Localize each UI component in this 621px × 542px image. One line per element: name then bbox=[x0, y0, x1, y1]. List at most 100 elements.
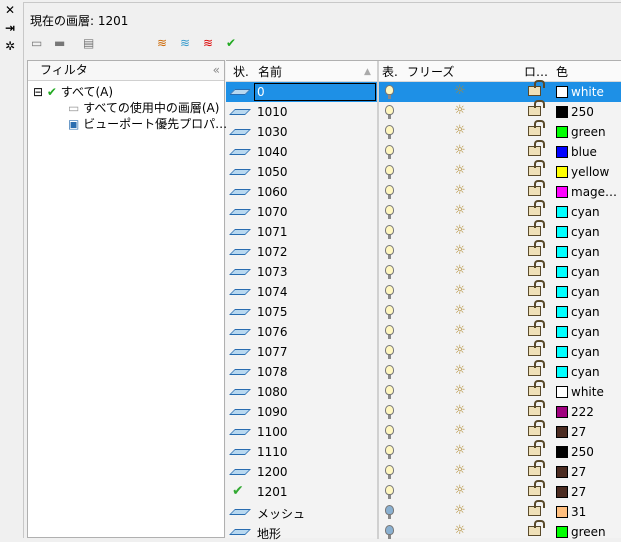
layer-status-icon[interactable] bbox=[229, 449, 251, 455]
sun-thawed-icon[interactable]: ☼ bbox=[454, 203, 466, 218]
unlock-icon[interactable] bbox=[528, 460, 545, 476]
color-swatch[interactable] bbox=[556, 246, 568, 258]
unlock-icon[interactable] bbox=[528, 160, 545, 176]
color-name[interactable]: cyan bbox=[571, 345, 600, 359]
layer-row[interactable]: メッシュ ☼ 31 bbox=[226, 500, 621, 522]
color-name[interactable]: cyan bbox=[571, 265, 600, 279]
color-swatch[interactable] bbox=[556, 106, 568, 118]
bulb-on-icon[interactable] bbox=[385, 485, 394, 499]
color-name[interactable]: mage… bbox=[571, 185, 617, 199]
layer-row[interactable]: 1040 ☼ blue bbox=[226, 140, 621, 162]
layer-status-icon[interactable] bbox=[229, 469, 251, 475]
column-divider[interactable] bbox=[377, 61, 379, 539]
color-name[interactable]: cyan bbox=[571, 225, 600, 239]
layer-status-icon[interactable] bbox=[229, 129, 251, 135]
sun-thawed-icon[interactable]: ☼ bbox=[454, 123, 466, 138]
layer-row[interactable]: 0 ☼ white bbox=[226, 80, 621, 102]
layer-row[interactable]: 1075 ☼ cyan bbox=[226, 300, 621, 322]
sun-thawed-icon[interactable]: ☼ bbox=[454, 523, 466, 538]
layer-row[interactable]: ✔ 1201 ☼ 27 bbox=[226, 480, 621, 502]
unlock-icon[interactable] bbox=[528, 340, 545, 356]
bulb-on-icon[interactable] bbox=[385, 365, 394, 379]
layer-name[interactable]: 1071 bbox=[257, 225, 288, 239]
sun-thawed-icon[interactable]: ☼ bbox=[454, 503, 466, 518]
sun-thawed-icon[interactable]: ☼ bbox=[454, 103, 466, 118]
unlock-icon[interactable] bbox=[528, 80, 545, 96]
unlock-icon[interactable] bbox=[528, 320, 545, 336]
bulb-on-icon[interactable] bbox=[385, 265, 394, 279]
color-swatch[interactable] bbox=[556, 326, 568, 338]
layer-status-icon[interactable] bbox=[229, 509, 251, 515]
color-swatch[interactable] bbox=[556, 466, 568, 478]
color-swatch[interactable] bbox=[556, 86, 568, 98]
unlock-icon[interactable] bbox=[528, 380, 545, 396]
sun-thawed-icon[interactable]: ☼ bbox=[454, 283, 466, 298]
collapse-icon[interactable]: ⊟ bbox=[33, 85, 43, 99]
unlock-icon[interactable] bbox=[528, 260, 545, 276]
layer-name[interactable]: 1080 bbox=[257, 385, 288, 399]
bulb-off-icon[interactable] bbox=[385, 525, 394, 539]
unlock-icon[interactable] bbox=[528, 440, 545, 456]
tree-node-all[interactable]: ⊟ ✔ すべて(A) bbox=[33, 84, 113, 100]
layer-states-icon[interactable]: ▤ bbox=[83, 36, 94, 50]
sun-thawed-icon[interactable]: ☼ bbox=[454, 443, 466, 458]
layer-row[interactable]: 1030 ☼ green bbox=[226, 120, 621, 142]
layer-row[interactable]: 地形 ☼ green bbox=[226, 520, 621, 542]
unlock-icon[interactable] bbox=[528, 220, 545, 236]
layer-row[interactable]: 1071 ☼ cyan bbox=[226, 220, 621, 242]
layer-status-icon[interactable] bbox=[229, 409, 251, 415]
layer-row[interactable]: 1100 ☼ 27 bbox=[226, 420, 621, 442]
unlock-icon[interactable] bbox=[528, 280, 545, 296]
layer-status-icon[interactable] bbox=[229, 429, 251, 435]
bulb-on-icon[interactable] bbox=[385, 125, 394, 139]
bulb-on-icon[interactable] bbox=[385, 445, 394, 459]
color-swatch[interactable] bbox=[556, 486, 568, 498]
layer-row[interactable]: 1078 ☼ cyan bbox=[226, 360, 621, 382]
layer-status-icon[interactable] bbox=[229, 209, 251, 215]
tree-node-used[interactable]: ▭ すべての使用中の画層(A) bbox=[68, 100, 219, 116]
bulb-on-icon[interactable] bbox=[385, 345, 394, 359]
layer-status-icon[interactable] bbox=[229, 529, 251, 535]
new-layer-frozen-icon[interactable]: ≋ bbox=[180, 36, 190, 50]
layer-name[interactable]: 地形 bbox=[257, 525, 281, 542]
layer-row[interactable]: 1072 ☼ cyan bbox=[226, 240, 621, 262]
layer-row[interactable]: 1073 ☼ cyan bbox=[226, 260, 621, 282]
sun-thawed-icon[interactable]: ☼ bbox=[454, 383, 466, 398]
layer-row[interactable]: 1074 ☼ cyan bbox=[226, 280, 621, 302]
sun-thawed-icon[interactable]: ☼ bbox=[454, 303, 466, 318]
color-swatch[interactable] bbox=[556, 366, 568, 378]
bulb-on-icon[interactable] bbox=[385, 305, 394, 319]
color-swatch[interactable] bbox=[556, 266, 568, 278]
layer-row[interactable]: 1090 ☼ 222 bbox=[226, 400, 621, 422]
color-swatch[interactable] bbox=[556, 166, 568, 178]
bulb-on-icon[interactable] bbox=[385, 205, 394, 219]
layer-name[interactable]: 1100 bbox=[257, 425, 288, 439]
bulb-on-icon[interactable] bbox=[385, 185, 394, 199]
color-swatch[interactable] bbox=[556, 146, 568, 158]
layer-name[interactable]: 0 bbox=[254, 83, 376, 101]
sun-thawed-icon[interactable]: ☼ bbox=[454, 243, 466, 258]
unlock-icon[interactable] bbox=[528, 480, 545, 496]
col-lock[interactable]: ロ… bbox=[524, 63, 548, 80]
color-name[interactable]: cyan bbox=[571, 365, 600, 379]
bulb-on-icon[interactable] bbox=[385, 465, 394, 479]
bulb-on-icon[interactable] bbox=[385, 285, 394, 299]
sun-thawed-icon[interactable]: ☼ bbox=[454, 143, 466, 158]
color-name[interactable]: white bbox=[571, 385, 604, 399]
layer-status-icon[interactable] bbox=[229, 189, 251, 195]
color-name[interactable]: cyan bbox=[571, 325, 600, 339]
bulb-on-icon[interactable] bbox=[385, 165, 394, 179]
color-name[interactable]: 250 bbox=[571, 445, 594, 459]
layer-status-icon[interactable] bbox=[229, 169, 251, 175]
sun-thawed-icon[interactable]: ☼ bbox=[454, 483, 466, 498]
current-check-icon[interactable]: ✔ bbox=[232, 483, 244, 499]
color-name[interactable]: 27 bbox=[571, 465, 586, 479]
color-name[interactable]: 31 bbox=[571, 505, 586, 519]
color-swatch[interactable] bbox=[556, 346, 568, 358]
pin-icon[interactable]: ⇥ bbox=[5, 22, 15, 34]
color-name[interactable]: green bbox=[571, 125, 606, 139]
layer-name[interactable]: 1076 bbox=[257, 325, 288, 339]
unlock-icon[interactable] bbox=[528, 500, 545, 516]
col-freeze[interactable]: フリーズ bbox=[407, 63, 454, 80]
layer-name[interactable]: 1077 bbox=[257, 345, 288, 359]
